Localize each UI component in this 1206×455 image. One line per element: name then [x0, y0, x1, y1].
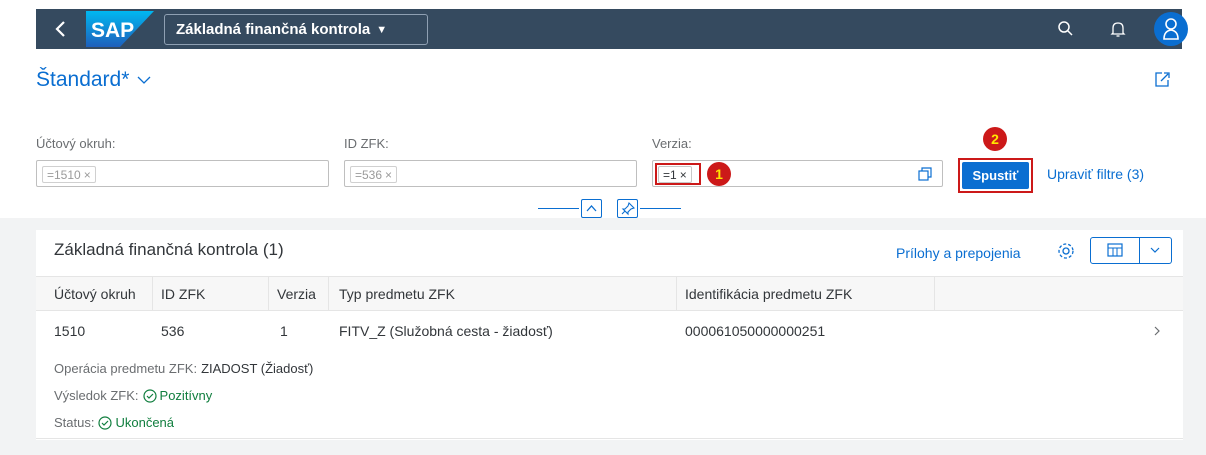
- token-remove-icon[interactable]: ×: [385, 168, 392, 182]
- filter-label-company-code: Účtový okruh:: [36, 136, 116, 151]
- chevron-down-icon: [137, 76, 151, 84]
- share-icon[interactable]: [1153, 70, 1171, 88]
- check-circle-icon: [142, 388, 157, 403]
- column-separator: [268, 276, 269, 311]
- status-attribute: Status: Ukončená: [54, 415, 175, 430]
- export-menu-button[interactable]: [1140, 237, 1172, 264]
- variant-name: Štandard*: [36, 68, 130, 91]
- filter-token[interactable]: =536 ×: [350, 166, 398, 183]
- value-help-icon[interactable]: [917, 166, 933, 182]
- column-header[interactable]: Identifikácia predmetu ZFK: [685, 286, 852, 302]
- adapt-filters-link[interactable]: Upraviť filtre (3): [1047, 166, 1144, 182]
- column-separator: [934, 276, 935, 311]
- header-strip-line: [640, 208, 681, 209]
- result-attribute: Výsledok ZFK: Pozitívny: [54, 388, 213, 403]
- column-header[interactable]: Typ predmetu ZFK: [339, 286, 455, 302]
- filter-label-version: Verzia:: [652, 136, 692, 151]
- filter-token[interactable]: =1510 ×: [42, 166, 96, 183]
- spreadsheet-icon: [1107, 243, 1123, 257]
- chevron-down-icon: [1150, 247, 1160, 253]
- column-separator: [676, 276, 677, 311]
- token-remove-icon[interactable]: ×: [84, 168, 91, 182]
- shell-bar: SAP Základná finančná kontrola ▼: [36, 9, 1188, 49]
- filter-label-control-id: ID ZFK:: [344, 136, 389, 151]
- annotation-badge-2: 2: [983, 127, 1007, 151]
- pin-header-button[interactable]: [617, 199, 638, 218]
- settings-icon[interactable]: [1056, 241, 1076, 261]
- sap-logo[interactable]: SAP: [86, 11, 154, 47]
- cell-object-type: FITV_Z (Služobná cesta - žiadosť): [339, 323, 553, 339]
- chevron-up-icon: [586, 205, 597, 212]
- bell-icon[interactable]: [1106, 17, 1130, 41]
- collapse-header-button[interactable]: [581, 199, 602, 218]
- header-strip-line: [538, 208, 579, 209]
- check-circle-icon: [98, 415, 113, 430]
- navigation-arrow-icon[interactable]: [1151, 325, 1163, 337]
- table-header: [36, 276, 1183, 311]
- person-icon: [1163, 18, 1179, 40]
- control-id-input[interactable]: =536 ×: [344, 160, 637, 187]
- search-icon[interactable]: [1054, 17, 1078, 41]
- export-button[interactable]: [1090, 237, 1140, 264]
- user-avatar[interactable]: [1154, 12, 1188, 46]
- annotation-highlight-version: [655, 163, 701, 185]
- operation-attribute: Operácia predmetu ZFK: ZIADOST (Žiadosť): [54, 361, 314, 376]
- table-title: Základná finančná kontrola (1): [54, 240, 284, 259]
- row-divider: [36, 438, 1183, 439]
- attachments-link[interactable]: Prílohy a prepojenia: [896, 245, 1021, 261]
- variant-selector[interactable]: Štandard*: [36, 68, 151, 92]
- cell-company-code: 1510: [54, 323, 86, 339]
- column-separator: [328, 276, 329, 311]
- table-panel: [36, 230, 1183, 440]
- go-button[interactable]: Spustiť: [962, 162, 1029, 189]
- company-code-input[interactable]: =1510 ×: [36, 160, 329, 187]
- column-separator: [152, 276, 153, 311]
- cell-control-id: 536: [161, 323, 185, 339]
- app-title-menu[interactable]: Základná finančná kontrola ▼: [164, 14, 428, 45]
- annotation-badge-1: 1: [707, 162, 731, 186]
- column-header[interactable]: ID ZFK: [161, 286, 205, 302]
- column-header[interactable]: Verzia: [277, 286, 316, 302]
- back-icon[interactable]: [47, 15, 75, 43]
- cell-object-id: 000061050000000251: [685, 323, 826, 339]
- pin-icon: [621, 201, 636, 216]
- caret-down-icon: ▼: [376, 23, 388, 36]
- svg-text:SAP: SAP: [91, 19, 134, 42]
- cell-version: 1: [280, 323, 288, 339]
- app-title: Základná finančná kontrola: [176, 21, 371, 38]
- column-header[interactable]: Účtový okruh: [54, 286, 136, 302]
